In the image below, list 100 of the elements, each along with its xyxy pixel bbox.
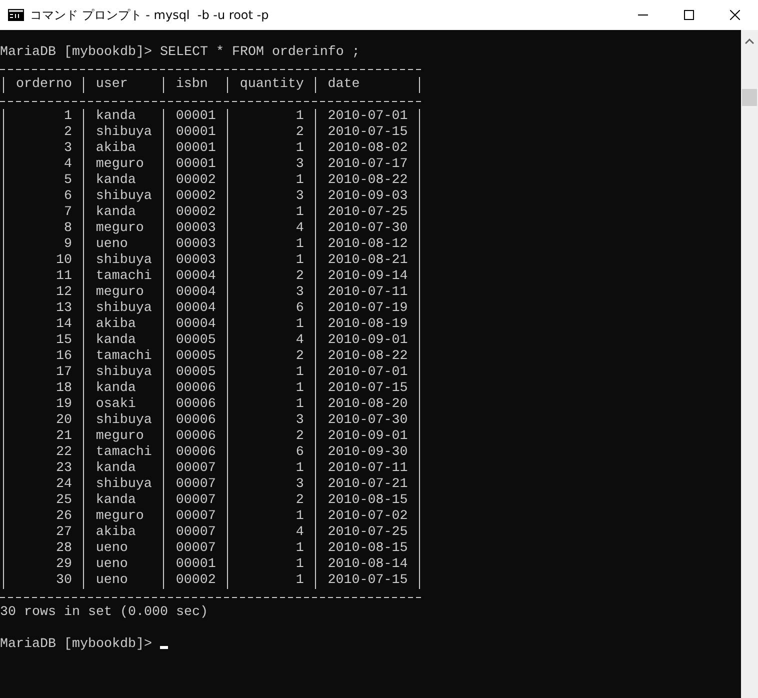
table-cell-text: 00001 [174, 125, 217, 141]
table-cell-text: 20 [54, 413, 73, 429]
table-cell-text: shibuya [94, 189, 153, 205]
table-cell-text: 00006 [174, 381, 217, 397]
table-cell-text: 2010-07-15 [326, 381, 409, 397]
table-cell-text: 1 [294, 173, 305, 189]
table-cell-text: 1 [294, 317, 305, 333]
table-cell-text: 17 [54, 365, 73, 381]
table-cell-text: 2010-07-01 [326, 365, 409, 381]
table-cell-text: 00001 [174, 141, 217, 157]
table-cell-text: 00006 [174, 397, 217, 413]
column-header: date [326, 77, 361, 93]
prompt: MariaDB [mybookdb]> [0, 637, 152, 652]
table-cell-text: 1 [294, 573, 305, 589]
table-cell-text: 1 [294, 141, 305, 157]
table-cell-text: 2010-07-25 [326, 205, 409, 221]
table-cell-text: 1 [62, 109, 73, 125]
table-cell-text: 2 [294, 349, 305, 365]
table-cell-text: 6 [294, 445, 305, 461]
table-cell-text: kanda [94, 333, 137, 349]
table-cell-text: 00007 [174, 477, 217, 493]
table-cell-text: 00003 [174, 253, 217, 269]
table-cell-text: 00002 [174, 173, 217, 189]
table-cell-text: 1 [294, 365, 305, 381]
table-cell-text: 2010-08-15 [326, 541, 409, 557]
table-cell-text: 00002 [174, 189, 217, 205]
table-cell-text: 2010-07-21 [326, 477, 409, 493]
table-cell-text: 2010-08-22 [326, 349, 409, 365]
table-cell-text: 00001 [174, 557, 217, 573]
maximize-icon[interactable] [684, 10, 694, 20]
table-cell-text: 00007 [174, 461, 217, 477]
table-cell-text: 2 [62, 125, 73, 141]
close-icon[interactable] [730, 10, 740, 20]
table-cell-text: 00006 [174, 413, 217, 429]
table-cell-text: 00002 [174, 205, 217, 221]
table-cell-text: 00004 [174, 269, 217, 285]
table-cell-text: 3 [294, 413, 305, 429]
table-cell-text: 2 [294, 429, 305, 445]
table-cell-text: 3 [294, 477, 305, 493]
table-cell-text: 2010-07-01 [326, 109, 409, 125]
table-cell-text: 00006 [174, 429, 217, 445]
table-cell-text: 4 [62, 157, 73, 173]
table-cell-text: 5 [62, 173, 73, 189]
table-cell-text: shibuya [94, 301, 153, 317]
table-cell-text: 4 [294, 333, 305, 349]
status-line: 30 rows in set (0.000 sec) [0, 605, 208, 620]
table-cell-text: 18 [54, 381, 73, 397]
table-cell-text: 1 [294, 381, 305, 397]
table-cell-text: 12 [54, 285, 73, 301]
table-cell-text: 00003 [174, 237, 217, 253]
table-cell-text: 1 [294, 237, 305, 253]
table-cell-text: kanda [94, 381, 137, 397]
table-cell-text: 00005 [174, 365, 217, 381]
table-cell-text: 00004 [174, 285, 217, 301]
table-cell-text: 2010-09-01 [326, 429, 409, 445]
column-header: user [94, 77, 129, 93]
table-cell-text: 16 [54, 349, 73, 365]
table-cell-text: shibuya [94, 125, 153, 141]
table-cell-text: meguro [94, 285, 145, 301]
table-cell-text: 27 [54, 525, 73, 541]
table-cell-text: 1 [294, 541, 305, 557]
table-cell-text: 2010-07-30 [326, 413, 409, 429]
table-cell-text: meguro [94, 429, 145, 445]
table-cell-text: 4 [294, 525, 305, 541]
table-cell-text: 2010-07-11 [326, 461, 409, 477]
table-cell-text: 2010-08-12 [326, 237, 409, 253]
table-cell-text: ueno [94, 557, 129, 573]
column-header: orderno [14, 77, 73, 93]
table-cell-text: 19 [54, 397, 73, 413]
table-cell-text: 00007 [174, 541, 217, 557]
table-cell-text: 2010-08-19 [326, 317, 409, 333]
scrollbar[interactable] [741, 30, 758, 698]
table-cell-text: kanda [94, 173, 137, 189]
table-cell-text: shibuya [94, 365, 153, 381]
table-cell-text: 26 [54, 509, 73, 525]
table-cell-text: 22 [54, 445, 73, 461]
table-cell-text: shibuya [94, 253, 153, 269]
scroll-up-icon[interactable] [745, 38, 754, 44]
table-cell-text: 28 [54, 541, 73, 557]
table-cell-text: ueno [94, 541, 129, 557]
table-cell-text: meguro [94, 157, 145, 173]
table-cell-text: 00005 [174, 333, 217, 349]
table-cell-text: akiba [94, 317, 137, 333]
table-cell-text: 2010-08-22 [326, 173, 409, 189]
table-cell-text: 4 [294, 221, 305, 237]
table-cell-text: 00005 [174, 349, 217, 365]
table-cell-text: shibuya [94, 477, 153, 493]
table-cell-text: 00006 [174, 445, 217, 461]
table-cell-text: 15 [54, 333, 73, 349]
table-cell-text: 2010-09-30 [326, 445, 409, 461]
table-cell-text: 24 [54, 477, 73, 493]
scrollbar-thumb[interactable] [742, 89, 757, 106]
table-cell-text: 23 [54, 461, 73, 477]
table-cell-text: kanda [94, 461, 137, 477]
table-cell-text: meguro [94, 221, 145, 237]
table-cell-text: ueno [94, 573, 129, 589]
table-cell-text: meguro [94, 509, 145, 525]
table-cell-text: 8 [62, 221, 73, 237]
table-cell-text: 2 [294, 269, 305, 285]
table-cell-text: 11 [54, 269, 73, 285]
